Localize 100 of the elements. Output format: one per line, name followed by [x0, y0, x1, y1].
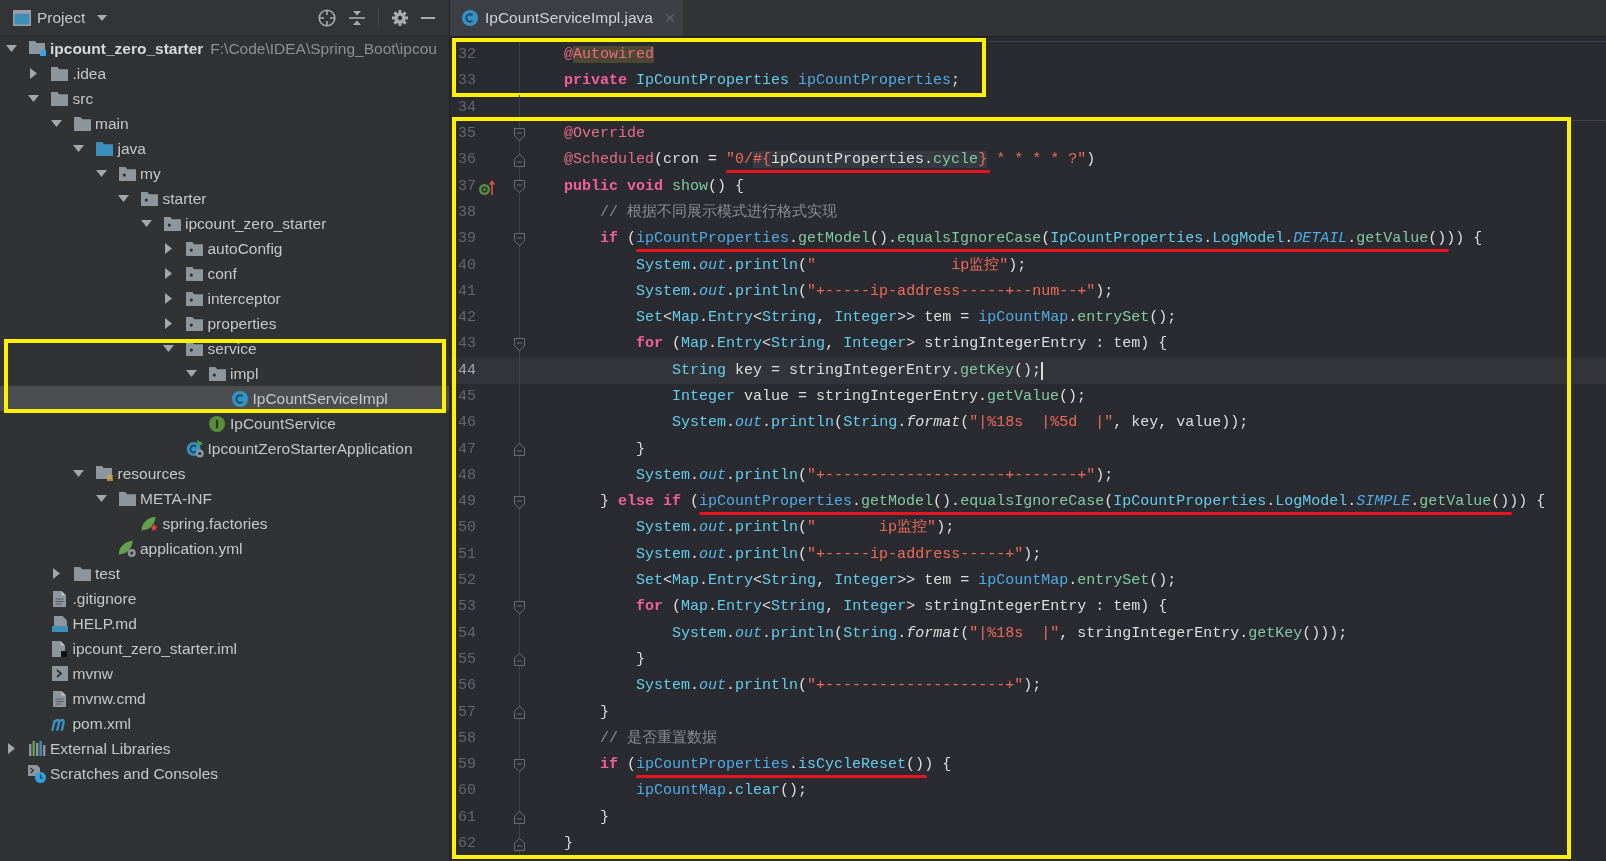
line-number: 62 [458, 835, 476, 854]
line-number: 58 [458, 729, 476, 748]
code-line: System.out.println(String.format("|%18s |%5d |", key, value)); [671, 414, 1249, 433]
line-number: 40 [458, 256, 476, 275]
crosshair-icon[interactable] [318, 8, 336, 27]
tree-item[interactable]: spring.factories [0, 511, 449, 536]
tree-item[interactable]: java [0, 136, 449, 161]
triangle-right-icon[interactable] [52, 568, 60, 579]
fold-marker-icon[interactable] [513, 653, 525, 667]
triangle-right-icon[interactable] [7, 743, 15, 754]
line-number: 46 [458, 414, 476, 433]
editor-tab[interactable]: IpCountServiceImpl.java [450, 0, 683, 36]
collapse-all-icon[interactable] [349, 9, 365, 26]
triangle-down-icon[interactable] [163, 345, 174, 352]
caret-down-icon [97, 14, 108, 21]
code-line: for (Map.Entry<String, Integer> stringIntegerEntry : tem) { [635, 598, 1168, 617]
circle-up-arrow-icon[interactable] [479, 178, 495, 195]
line-number: 51 [458, 545, 476, 564]
triangle-right-icon[interactable] [165, 243, 172, 254]
fold-marker-icon[interactable] [513, 337, 525, 351]
fold-marker-icon[interactable] [513, 811, 525, 825]
code-line: Integer value = stringIntegerEntry.getValue(); [671, 388, 1087, 406]
package-folder-icon [141, 191, 158, 206]
fold-marker-icon[interactable] [513, 837, 525, 851]
triangle-down-icon[interactable] [95, 170, 107, 177]
triangle-down-icon[interactable] [140, 220, 152, 227]
tree-item[interactable]: IpCountServiceImpl [0, 386, 449, 411]
tree-item[interactable]: starter [0, 186, 449, 211]
fold-marker-icon[interactable] [513, 706, 525, 720]
folder-icon [73, 566, 91, 581]
tree-item[interactable]: service [0, 336, 449, 361]
triangle-right-icon[interactable] [165, 293, 172, 304]
folder-icon [96, 141, 113, 156]
line-number: 53 [458, 598, 476, 617]
view-dropdown[interactable]: Project [37, 7, 108, 28]
triangle-down-icon[interactable] [73, 470, 84, 477]
triangle-down-icon[interactable] [185, 370, 197, 377]
tree-item[interactable]: application.yml [0, 536, 449, 561]
line-number: 56 [458, 677, 476, 696]
code-line: ipCountMap.clear(); [635, 782, 808, 801]
fold-marker-icon[interactable] [513, 758, 525, 772]
tree-item[interactable]: .gitignore [0, 586, 449, 611]
code-line: System.out.println(String.format("|%18s |", stringIntegerEntry.getKey())); [671, 624, 1348, 643]
line-number: 42 [458, 309, 476, 328]
triangle-down-icon[interactable] [50, 120, 62, 127]
triangle-down-icon[interactable] [95, 495, 107, 502]
tree-item[interactable]: impl [0, 361, 449, 386]
tree-item[interactable]: ipcount_zero_starter F:\Code\IDEA\Spring_Boot\ipcou [0, 36, 449, 61]
class-icon [462, 10, 478, 26]
tree-item[interactable]: .idea [0, 61, 449, 86]
tree-item[interactable]: src [0, 86, 449, 111]
fold-marker-icon[interactable] [513, 127, 525, 141]
tree-item[interactable]: test [0, 561, 449, 586]
tree-item[interactable]: mvnw.cmd [0, 686, 449, 711]
tree-item[interactable]: autoConfig [0, 236, 449, 261]
fold-marker-icon[interactable] [513, 180, 525, 194]
folder-icon [51, 66, 68, 81]
fold-marker-icon[interactable] [513, 600, 525, 614]
tree-item[interactable]: META-INF [0, 486, 449, 511]
minimize-icon[interactable] [421, 16, 435, 19]
package-folder-icon [163, 216, 181, 231]
tree-item[interactable]: ipcount_zero_starter.iml [0, 636, 449, 661]
tree-item[interactable]: main [0, 111, 449, 136]
fold-marker-icon[interactable] [513, 153, 525, 167]
triangle-right-icon[interactable] [30, 68, 37, 79]
fold-marker-icon[interactable] [513, 443, 525, 457]
tree-item[interactable]: ipcount_zero_starter [0, 211, 449, 236]
tree-item[interactable]: my [0, 161, 449, 186]
triangle-down-icon[interactable] [5, 45, 17, 52]
tree-item[interactable]: conf [0, 261, 449, 286]
tree-item[interactable]: interceptor [0, 286, 449, 311]
tool-window-icon [13, 9, 31, 26]
settings-icon[interactable] [392, 9, 408, 26]
markdown-file-icon [51, 615, 68, 632]
tree-item[interactable]: Scratches and Consoles [0, 761, 449, 786]
triangle-right-icon[interactable] [165, 318, 172, 329]
triangle-down-icon[interactable] [118, 195, 129, 202]
code-line: } [599, 703, 609, 722]
code-line: for (Map.Entry<String, Integer> stringIntegerEntry : tem) { [635, 335, 1168, 354]
tree-item[interactable]: HELP.md [0, 611, 449, 636]
fold-marker-icon[interactable] [513, 232, 525, 246]
code-line: System.out.println(" ip监控"); [635, 519, 955, 538]
tree-item[interactable]: IpcountZeroStarterApplication [0, 436, 449, 461]
folder-icon [73, 116, 91, 131]
code-line: System.out.println("+--------------------+-------+"); [635, 466, 1114, 485]
line-number: 43 [458, 335, 476, 354]
triangle-down-icon[interactable] [73, 145, 84, 152]
triangle-down-icon[interactable] [28, 95, 39, 102]
tree-item[interactable]: IpCountService [0, 411, 449, 436]
tree-item[interactable]: resources [0, 461, 449, 486]
line-number: 50 [458, 519, 476, 538]
code-line: System.out.println("+--------------------+"); [635, 677, 1042, 696]
code-line: } [635, 650, 646, 669]
fold-marker-icon[interactable] [513, 495, 525, 509]
line-number: 57 [458, 703, 476, 722]
tree-item[interactable]: pom.xml [0, 711, 449, 736]
tree-item[interactable]: mvnw [0, 661, 449, 686]
tree-item[interactable]: External Libraries [0, 736, 449, 761]
tree-item[interactable]: properties [0, 311, 449, 336]
triangle-right-icon[interactable] [165, 268, 172, 279]
